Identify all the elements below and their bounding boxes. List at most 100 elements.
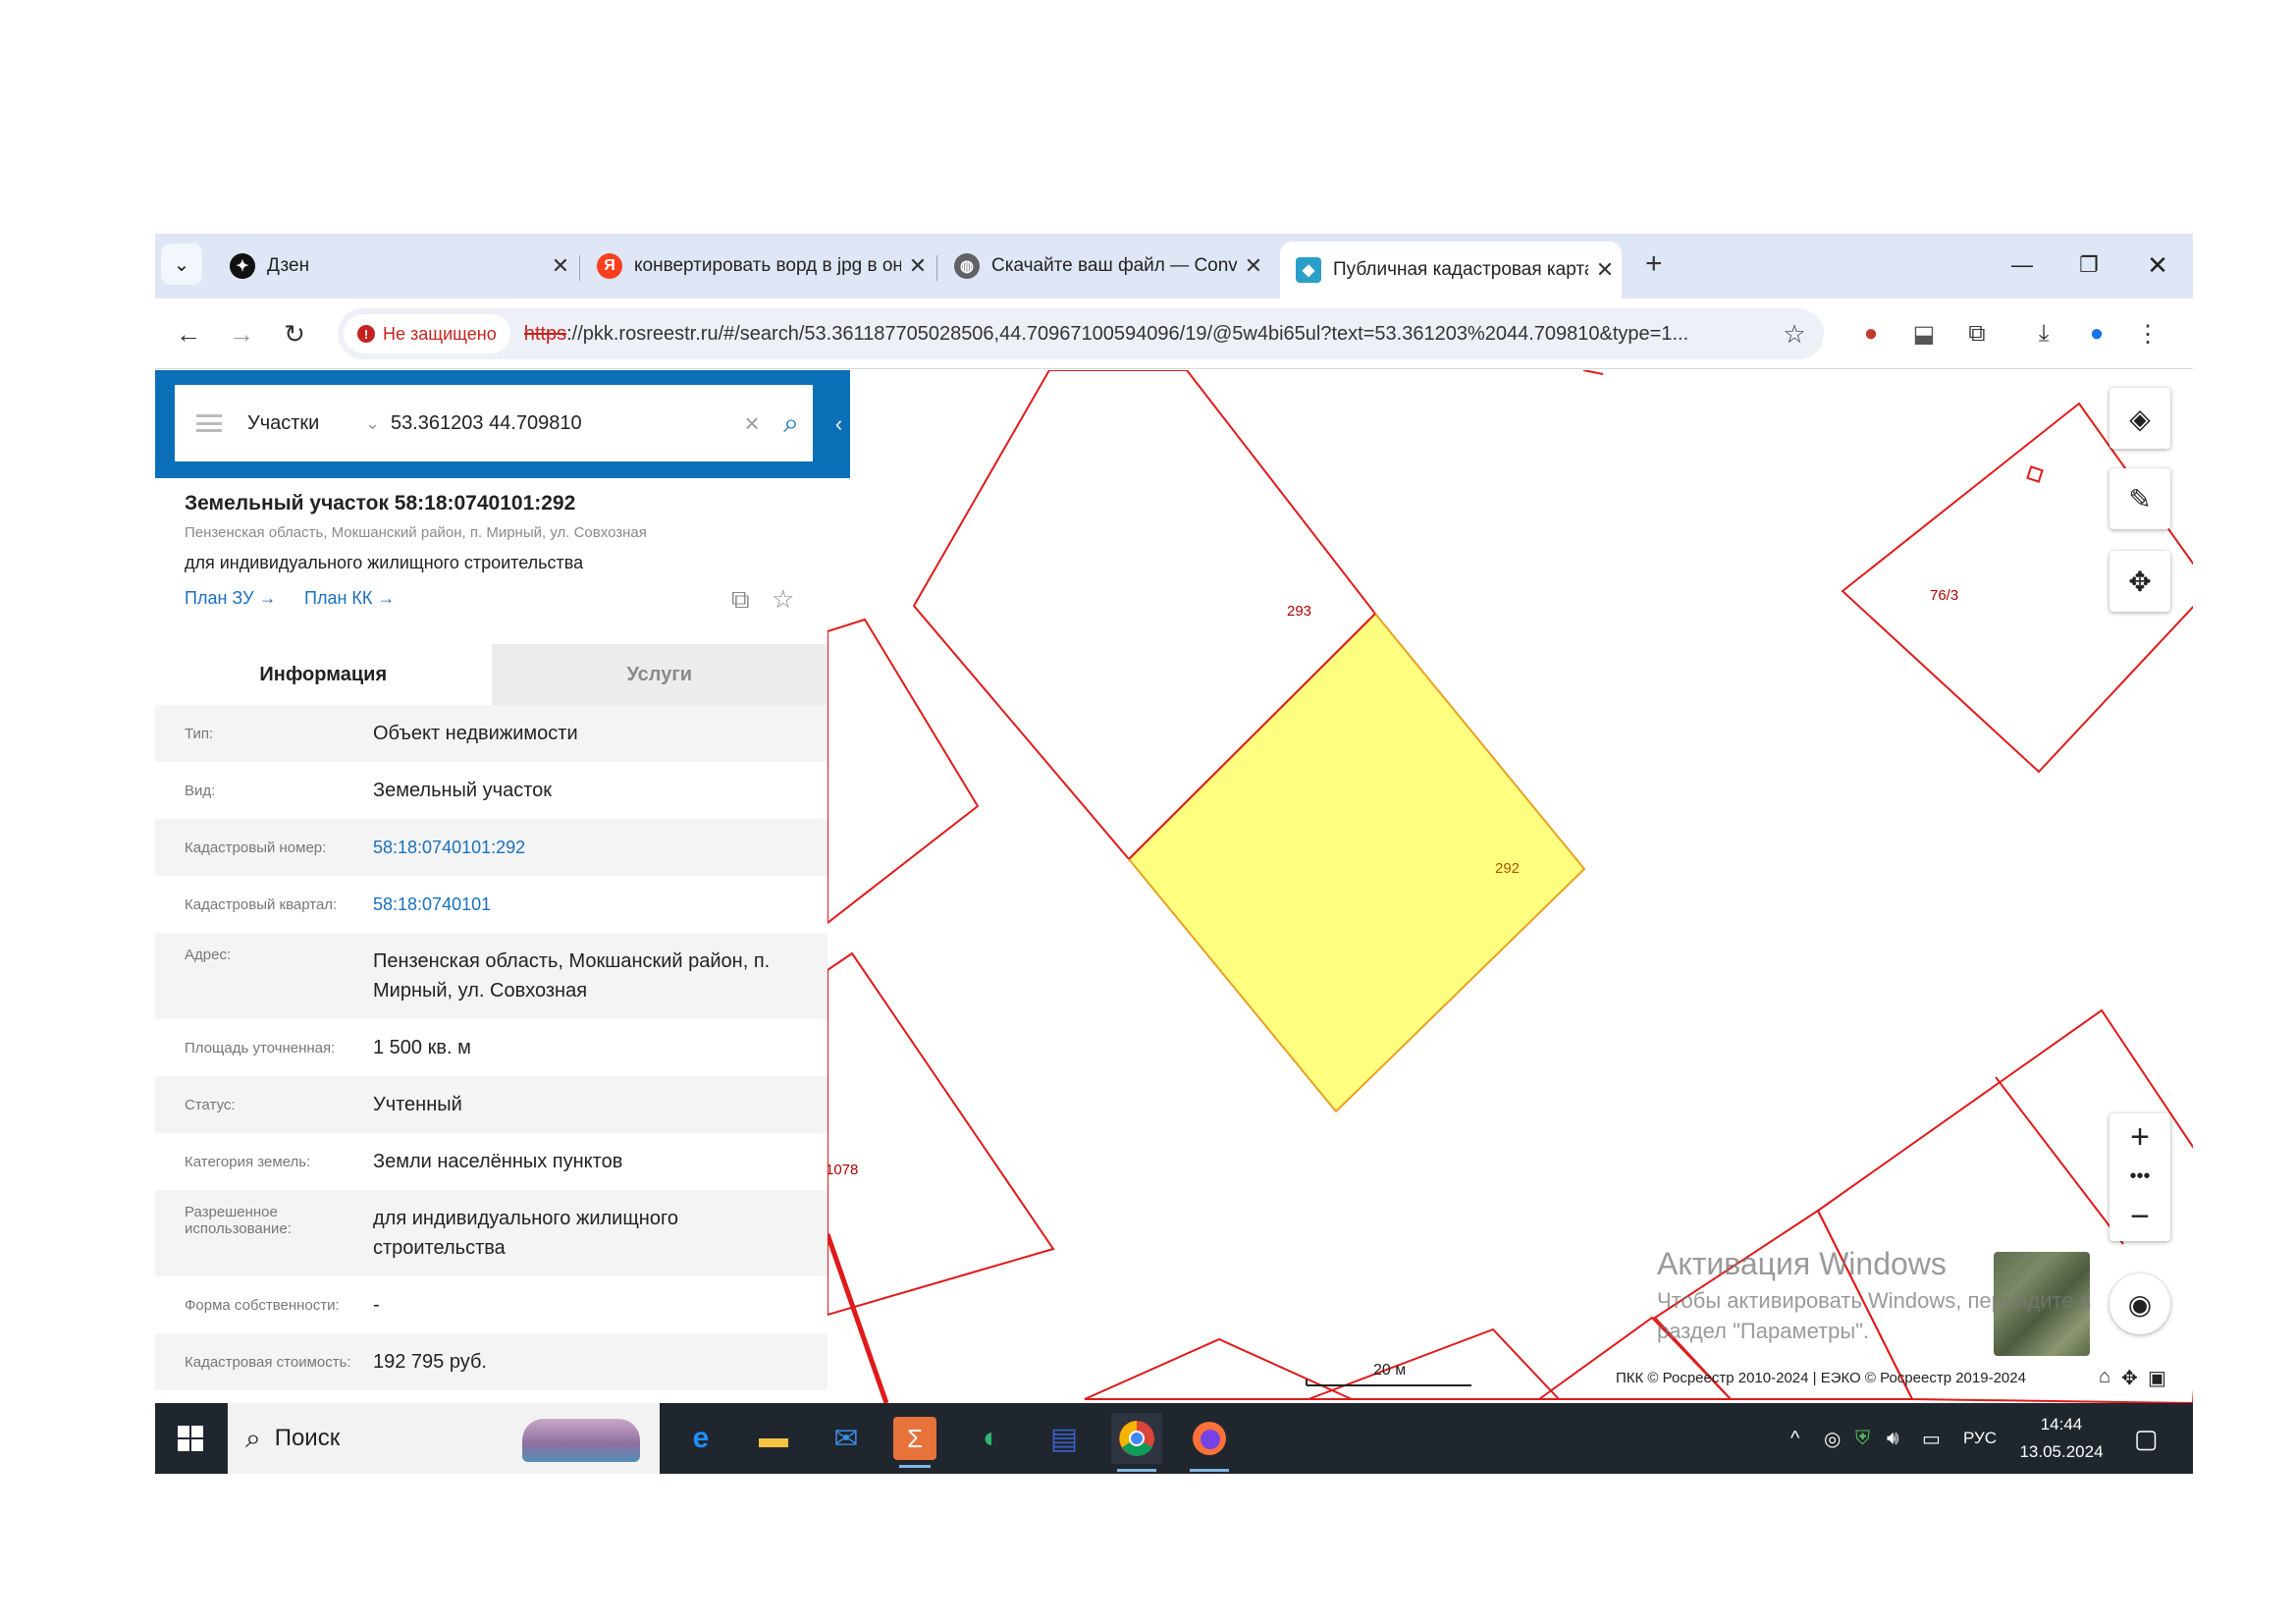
address-bar[interactable]: ! Не защищено https://pkk.rosreestr.ru/#… xyxy=(338,308,1824,359)
search-bar: Участки ⌄ 53.361203 44.709810 × ⌕ ‹ xyxy=(155,370,850,478)
measure-button[interactable]: ✎ xyxy=(2109,468,2170,529)
taskbar-search[interactable]: ⌕ Поиск xyxy=(228,1403,660,1474)
parcel-bottom-2[interactable] xyxy=(1308,1327,1562,1400)
info-value: 192 795 руб. xyxy=(373,1351,487,1373)
search-document-icon[interactable]: ⧉ xyxy=(731,584,750,616)
search-box: Участки ⌄ 53.361203 44.709810 × ⌕ xyxy=(175,385,813,461)
extension-shield-icon[interactable]: ⬓ xyxy=(1906,316,1942,352)
profile-avatar-icon[interactable]: ● xyxy=(2079,316,2114,352)
tab-services[interactable]: Услуги xyxy=(491,644,828,705)
info-row-status: Статус: Учтенный xyxy=(155,1076,828,1133)
info-row-type: Тип: Объект недвижимости xyxy=(155,705,828,762)
info-label: Категория земель: xyxy=(185,1153,311,1170)
file-explorer-icon[interactable]: ▬ xyxy=(748,1413,799,1464)
close-icon[interactable]: ✕ xyxy=(544,253,577,279)
search-category[interactable]: Участки xyxy=(247,412,365,435)
layers-button[interactable]: ◈ xyxy=(2109,388,2170,449)
parcel-top-edge xyxy=(1582,370,1604,375)
close-icon[interactable]: ✕ xyxy=(1588,257,1622,283)
fullscreen-icon[interactable]: ▣ xyxy=(2148,1366,2166,1390)
info-row-cadastral-block: Кадастровый квартал: 58:18:0740101 xyxy=(155,876,828,933)
cadastral-map[interactable]: 293 292 76/3 1078 ◈ ✎ ✥ + ••• − ◉ Актива… xyxy=(828,370,2193,1403)
small-building[interactable] xyxy=(2026,465,2044,483)
plan-kk-link[interactable]: План КК → xyxy=(304,588,395,609)
parcel-bottom-1[interactable] xyxy=(1084,1337,1353,1400)
info-row-cadastral-value: Кадастровая стоимость: 192 795 руб. xyxy=(155,1333,828,1390)
new-tab-button[interactable]: + xyxy=(1645,247,1663,281)
zoom-out-button[interactable]: − xyxy=(2130,1198,2150,1236)
extension-icon[interactable]: ● xyxy=(1853,316,1889,352)
globe-icon: ◍ xyxy=(954,253,980,279)
clear-icon[interactable]: × xyxy=(734,408,770,439)
app-sigma-icon[interactable]: Σ xyxy=(893,1417,936,1468)
map-copyright: ПКК © Росреестр 2010-2024 | ЕЭКО © Росре… xyxy=(1616,1370,2026,1386)
close-icon[interactable]: ✕ xyxy=(901,253,934,279)
info-row-land-category: Категория земель: Земли населённых пункт… xyxy=(155,1133,828,1190)
browser-toolbar: ← → ↻ ! Не защищено https://pkk.rosreest… xyxy=(155,298,2193,369)
extensions-puzzle-icon[interactable]: ⧉ xyxy=(1959,316,1995,352)
tray-antivirus-icon[interactable]: ⛨ xyxy=(1855,1403,1870,1474)
download-icon[interactable]: ⤓ xyxy=(2026,316,2061,352)
favorite-star-icon[interactable]: ☆ xyxy=(772,584,794,615)
home-icon[interactable]: ⌂ xyxy=(2099,1366,2110,1388)
minimize-button[interactable]: — xyxy=(1995,244,2050,287)
compass-button[interactable]: ◉ xyxy=(2109,1273,2170,1334)
close-icon[interactable]: ✕ xyxy=(1237,253,1270,279)
internet-explorer-icon[interactable]: e xyxy=(675,1413,726,1464)
reload-button[interactable]: ↻ xyxy=(275,314,314,353)
bookmark-star-icon[interactable]: ☆ xyxy=(1775,319,1814,350)
parcel-left-1078[interactable] xyxy=(828,951,1055,1317)
tab-convert[interactable]: ◍ Скачайте ваш файл — Convert ✕ xyxy=(938,240,1270,293)
more-icon[interactable]: ••• xyxy=(2129,1165,2150,1188)
scale-label: 20 м xyxy=(1373,1362,1407,1379)
collapse-panel-button[interactable]: ‹ xyxy=(828,370,850,478)
cadastral-block-link[interactable]: 58:18:0740101 xyxy=(373,890,828,919)
firefox-icon[interactable] xyxy=(1184,1413,1235,1472)
language-indicator[interactable]: РУС xyxy=(1963,1403,1997,1474)
activation-watermark-title: Активация Windows xyxy=(1657,1246,1947,1281)
chevron-down-icon[interactable]: ⌄ xyxy=(365,413,391,434)
close-window-button[interactable]: ✕ xyxy=(2130,244,2185,287)
locate-small-icon[interactable]: ✥ xyxy=(2121,1366,2138,1390)
parcel-left-1[interactable] xyxy=(828,618,980,925)
url-text[interactable]: https://pkk.rosreestr.ru/#/search/53.361… xyxy=(524,323,1775,346)
locate-button[interactable]: ✥ xyxy=(2109,551,2170,612)
info-row-area: Площадь уточненная: 1 500 кв. м xyxy=(155,1019,828,1076)
notifications-icon[interactable]: ▢ xyxy=(2134,1403,2159,1474)
volume-icon[interactable]: 🔊︎ xyxy=(1887,1403,1899,1474)
forward-button[interactable]: → xyxy=(222,314,261,353)
security-chip[interactable]: ! Не защищено xyxy=(344,314,510,353)
search-icon[interactable]: ⌕ xyxy=(770,407,813,440)
info-row-permitted-use: Разрешенное использование: для индивидуа… xyxy=(155,1190,828,1276)
taskbar-clock[interactable]: 14:44 13.05.2024 xyxy=(2012,1411,2110,1466)
tab-pkk[interactable]: ◆ Публичная кадастровая карта ✕ xyxy=(1280,242,1622,298)
menu-icon[interactable] xyxy=(196,414,222,432)
tab-information[interactable]: Информация xyxy=(155,644,492,705)
info-value: для индивидуального жилищного строительс… xyxy=(373,1208,678,1259)
restore-button[interactable]: ❐ xyxy=(2061,244,2116,287)
search-input[interactable]: 53.361203 44.709810 xyxy=(391,412,734,435)
menu-kebab-icon[interactable]: ⋮ xyxy=(2130,316,2165,352)
zoom-in-button[interactable]: + xyxy=(2130,1118,2150,1157)
search-icon: ⌕ xyxy=(245,1422,261,1453)
search-highlight-image xyxy=(522,1419,640,1462)
mail-icon[interactable]: ✉ xyxy=(821,1413,872,1464)
info-label: Вид: xyxy=(185,782,216,799)
info-label: Разрешенное использование: xyxy=(185,1204,292,1237)
chrome-icon[interactable] xyxy=(1111,1413,1162,1472)
tab-search-button[interactable]: ⌄ xyxy=(161,244,202,285)
tray-meet-icon[interactable]: ◎ xyxy=(1824,1403,1841,1474)
cadastral-number-link[interactable]: 58:18:0740101:292 xyxy=(373,833,828,862)
info-label: Адрес: xyxy=(185,947,232,963)
save-disk-icon[interactable]: ▤ xyxy=(1039,1413,1090,1464)
plan-zu-link[interactable]: План ЗУ → xyxy=(185,588,277,609)
map-canvas[interactable]: 293 292 76/3 1078 xyxy=(828,370,2193,1403)
network-icon[interactable]: ▭ xyxy=(1922,1403,1941,1474)
info-label: Площадь уточненная: xyxy=(185,1039,336,1056)
back-button[interactable]: ← xyxy=(169,314,208,353)
edge-icon[interactable]: ◐ xyxy=(966,1413,1017,1464)
tab-dzen[interactable]: ✦ Дзен ✕ xyxy=(214,240,577,293)
tray-chevron-up-icon[interactable]: ^ xyxy=(1790,1403,1799,1474)
tab-yandex[interactable]: Я конвертировать ворд в jpg в он ✕ xyxy=(581,240,934,293)
start-button[interactable] xyxy=(155,1403,226,1474)
